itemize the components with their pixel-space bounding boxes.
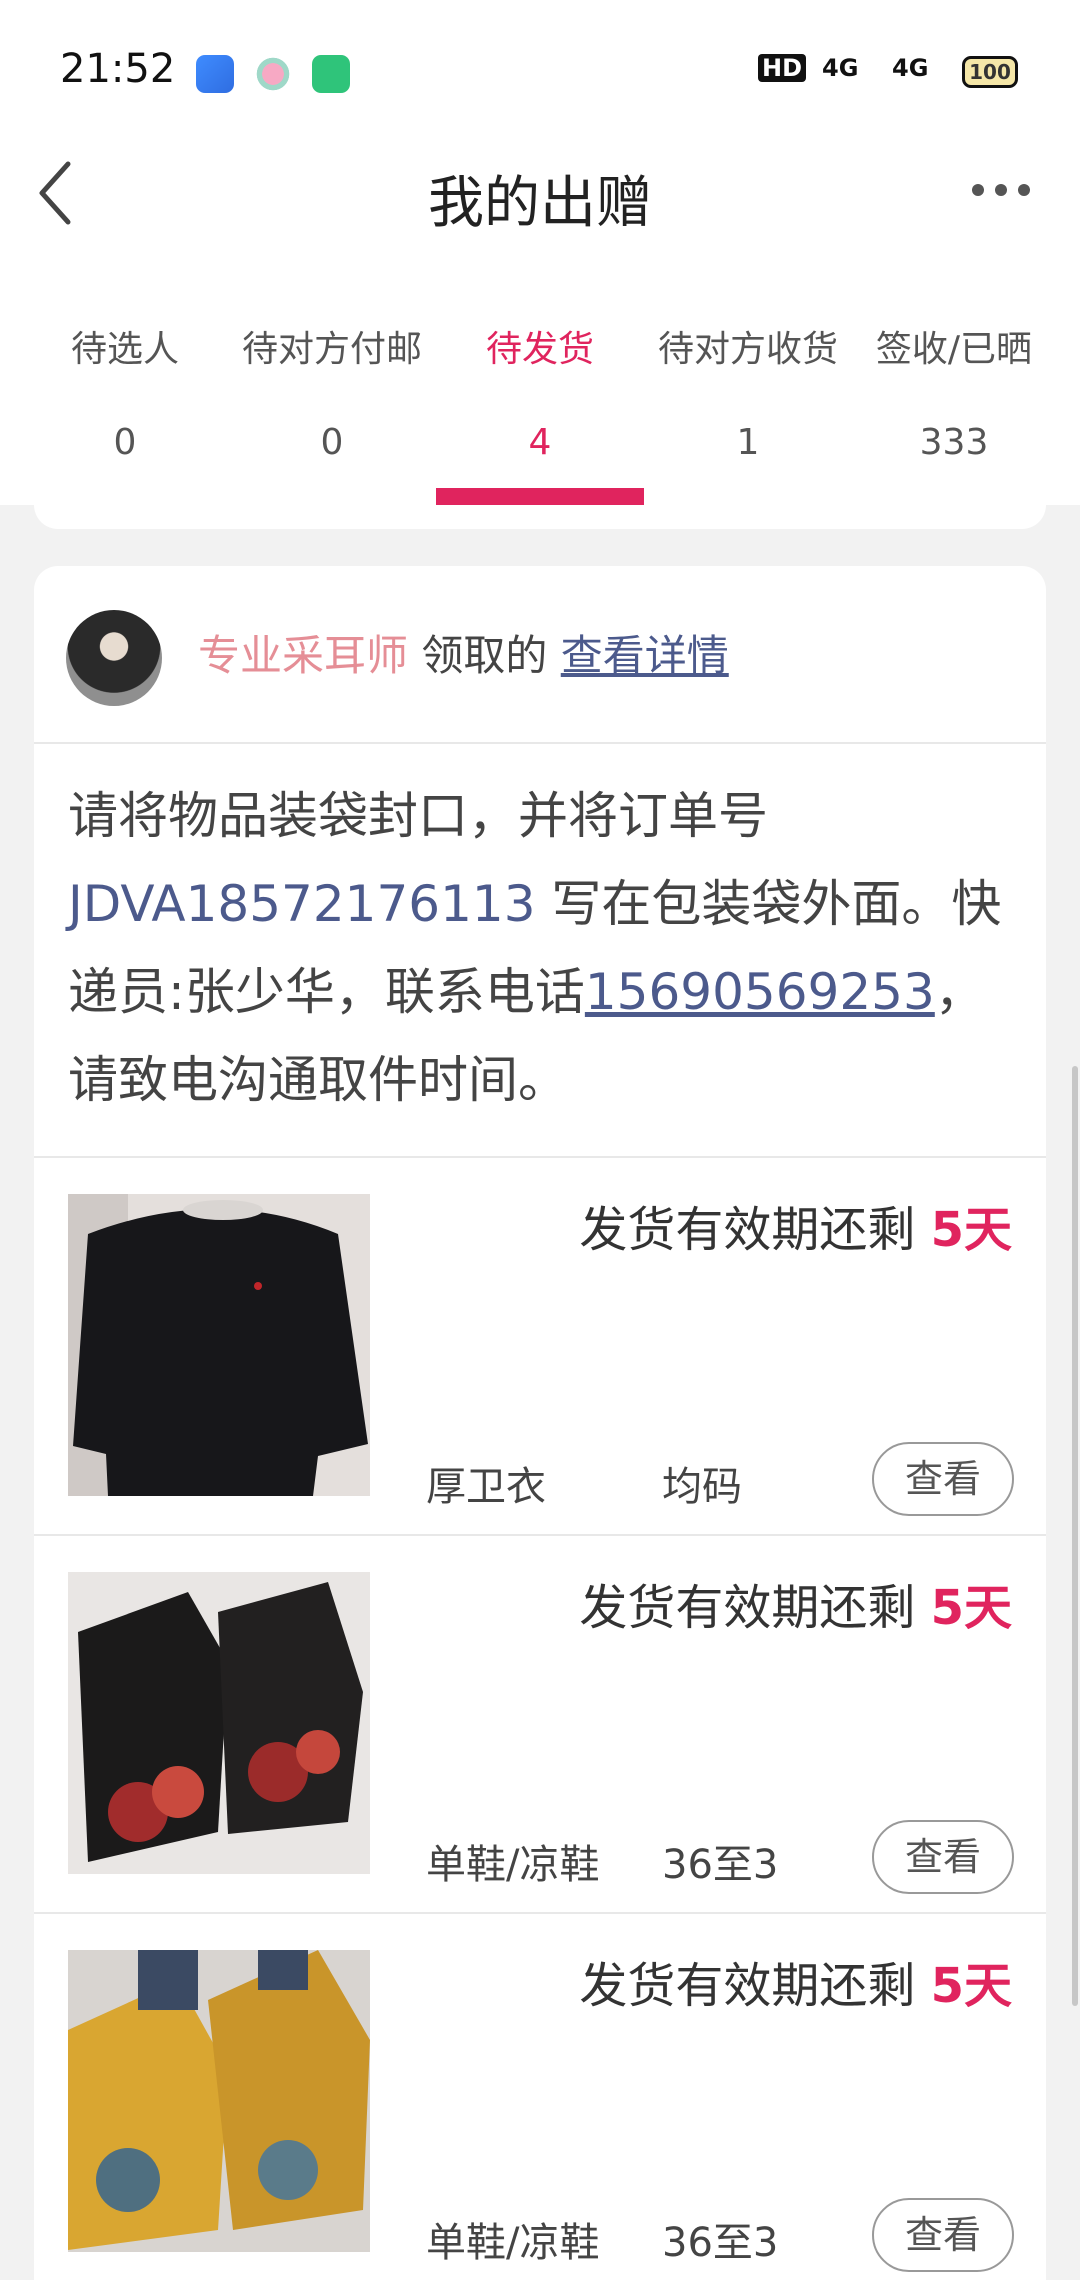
tab-label: 签收/已晒 [875, 329, 1033, 370]
order-number: JDVA18572176113 [68, 875, 536, 933]
avatar[interactable] [66, 610, 162, 706]
status-bar: 21:52 HD 4G 4G 100 [0, 0, 1080, 150]
item-photo-yellow-shoes[interactable] [68, 1950, 370, 2252]
tab-pending-select[interactable]: 待选人 0 [17, 320, 233, 510]
received-text: 领取的 [421, 631, 548, 680]
active-tab-indicator [436, 488, 644, 505]
nav-bar: 我的出赠 [0, 140, 1080, 250]
shipping-deadline: 发货有效期还剩 5天 [579, 1568, 1012, 1638]
scrollbar[interactable] [1072, 1066, 1078, 2006]
signal-icon: 4G [822, 54, 859, 82]
receiver-username[interactable]: 专业采耳师 [198, 631, 408, 680]
days-remaining: 5天 [930, 1958, 1012, 2014]
tab-count: 333 [919, 422, 989, 463]
item-photo-shoes[interactable] [68, 1572, 370, 1874]
list-item: 发货有效期还剩 5天 厚卫衣 均码 查看 [34, 1158, 1046, 1534]
tab-label: 待发货 [485, 329, 594, 370]
list-item: 发货有效期还剩 5天 单鞋/凉鞋 36至3 查看 [34, 1914, 1046, 2280]
more-icon[interactable] [966, 170, 1036, 210]
courier-phone-link[interactable]: 15690569253 [585, 963, 935, 1021]
list-item: 发货有效期还剩 5天 单鞋/凉鞋 36至3 查看 [34, 1536, 1046, 1912]
tab-signed-shared[interactable]: 签收/已晒 333 [846, 320, 1062, 510]
status-time: 21:52 [60, 46, 176, 92]
status-tabs: 待选人 0 待对方付邮 0 待发货 4 待对方收货 1 签收/已晒 333 [0, 320, 1080, 510]
tab-label: 待选人 [70, 329, 179, 370]
deadline-text: 发货有效期还剩 [579, 1202, 931, 1258]
shipping-deadline: 发货有效期还剩 5天 [579, 1190, 1012, 1260]
item-size: 36至3 [662, 2220, 779, 2266]
shipping-deadline: 发货有效期还剩 5天 [579, 1946, 1012, 2016]
receiver-line: 专业采耳师 领取的 查看详情 [198, 622, 729, 683]
item-name: 单鞋/凉鞋 [426, 2220, 600, 2266]
view-button[interactable]: 查看 [872, 2198, 1014, 2272]
instruction-text: 请将物品装袋封口，并将订单号 [68, 787, 768, 845]
header-area: 21:52 HD 4G 4G 100 我的出赠 待选人 0 待对方付邮 0 待发… [0, 0, 1080, 505]
shipping-instructions: 请将物品装袋封口，并将订单号 JDVA18572176113 写在包装袋外面。快… [68, 772, 1028, 1124]
tab-label: 待对方付邮 [241, 329, 422, 370]
card-divider [34, 505, 1046, 529]
tab-count: 1 [736, 422, 760, 463]
tab-label: 待对方收货 [657, 329, 838, 370]
tab-count: 0 [113, 422, 137, 463]
blue-app-icon [196, 55, 234, 93]
tab-count: 4 [528, 422, 552, 463]
tab-pending-postage[interactable]: 待对方付邮 0 [224, 320, 440, 510]
battery-icon: 100 [962, 56, 1018, 88]
hd-icon: HD [758, 54, 807, 82]
view-button[interactable]: 查看 [872, 1442, 1014, 1516]
pink-app-icon [254, 55, 292, 93]
view-details-link[interactable]: 查看详情 [561, 631, 729, 680]
page-title: 我的出赠 [428, 171, 652, 236]
item-size: 36至3 [662, 1842, 779, 1888]
deadline-text: 发货有效期还剩 [579, 1958, 931, 2014]
item-name: 单鞋/凉鞋 [426, 1842, 600, 1888]
signal-icon: 4G [892, 54, 929, 82]
green-app-icon [312, 55, 350, 93]
days-remaining: 5天 [930, 1580, 1012, 1636]
view-button[interactable]: 查看 [872, 1820, 1014, 1894]
tab-pending-receipt[interactable]: 待对方收货 1 [640, 320, 856, 510]
order-card: 专业采耳师 领取的 查看详情 请将物品装袋封口，并将订单号 JDVA185721… [34, 566, 1046, 2280]
item-size: 均码 [662, 1464, 742, 1510]
divider [34, 742, 1046, 744]
deadline-text: 发货有效期还剩 [579, 1580, 931, 1636]
tab-count: 0 [320, 422, 344, 463]
days-remaining: 5天 [930, 1202, 1012, 1258]
item-photo-sweatshirt[interactable] [68, 1194, 370, 1496]
item-name: 厚卫衣 [426, 1464, 546, 1510]
tab-pending-shipment[interactable]: 待发货 4 [432, 320, 648, 510]
